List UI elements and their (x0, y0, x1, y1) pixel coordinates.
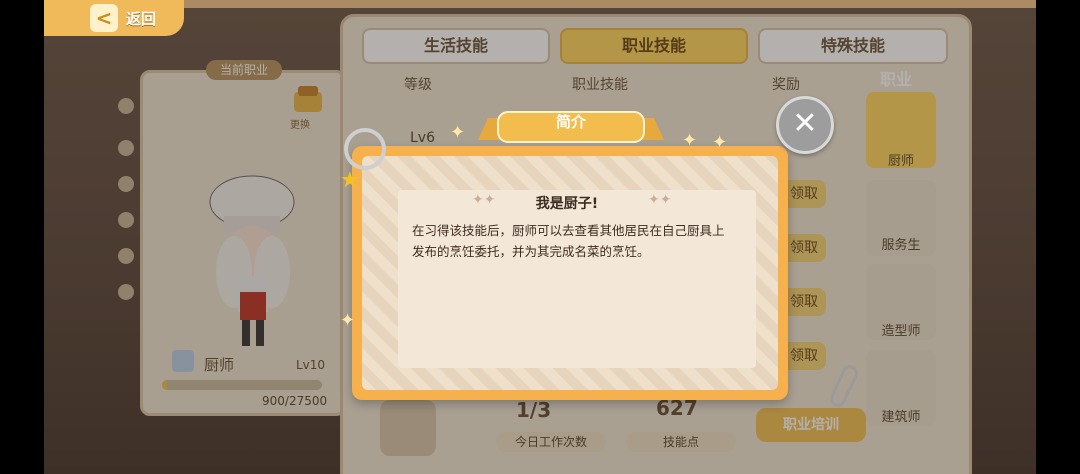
sparkle-icon: ✦ (340, 310, 356, 331)
modal-frame (362, 156, 778, 390)
sparkle-icon: ✦✦ (648, 192, 672, 208)
ring-decoration-icon (344, 128, 386, 170)
close-icon[interactable]: ✕ (776, 96, 834, 154)
skill-description-heading: 我是厨子! (535, 196, 599, 212)
intro-modal (352, 146, 788, 400)
sparkle-icon: ✦ (712, 132, 728, 153)
modal-paper (398, 190, 756, 368)
sparkle-icon: ✦✦ (472, 192, 496, 208)
star-decoration-icon: ★ (340, 168, 360, 193)
game-screen: < 返回 当前职业 更换 厨师 Lv10 900/27500 生活技能 职业技能… (0, 0, 1080, 474)
sparkle-icon: ✦ (682, 130, 698, 151)
letterbox-right (1036, 0, 1080, 474)
back-arrow-icon: < (90, 4, 118, 32)
letterbox-left (0, 0, 44, 474)
back-button[interactable]: < 返回 (44, 0, 184, 36)
back-label: 返回 (126, 9, 157, 28)
skill-description-text: 在习得该技能后，厨师可以去查看其他居民在自己厨具上发布的烹饪委托，并为其完成名菜… (412, 223, 725, 259)
sparkle-icon: ✦ (450, 122, 466, 143)
modal-title: 简介 (555, 113, 586, 131)
